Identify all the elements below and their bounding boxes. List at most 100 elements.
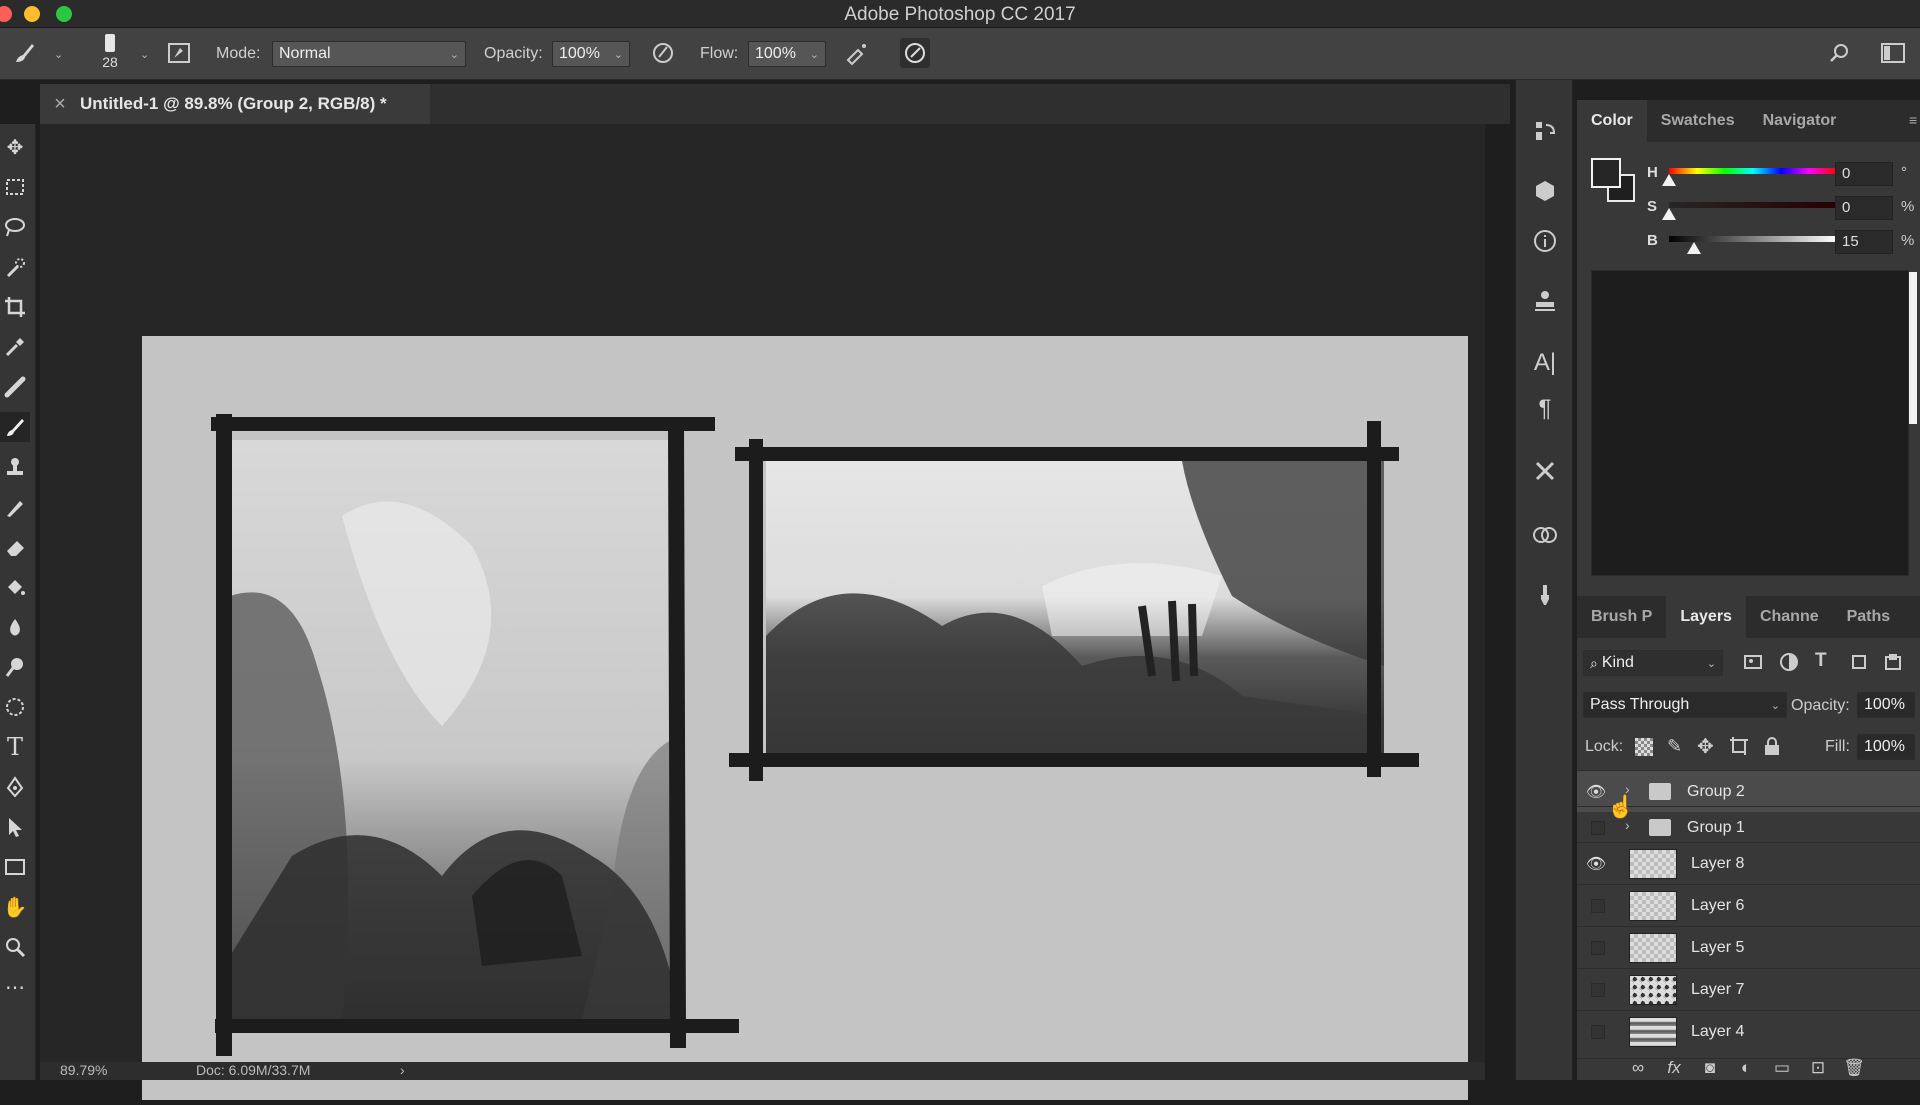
brightness-value[interactable]: 15 (1835, 230, 1893, 254)
character-icon[interactable]: A| (1530, 348, 1560, 378)
layer-row-layer-4[interactable]: Layer 4 (1577, 1010, 1920, 1052)
hue-value[interactable]: 0 (1835, 162, 1893, 186)
pen-icon[interactable] (0, 772, 30, 802)
chevron-down-icon[interactable]: ⌄ (140, 48, 149, 61)
sponge-icon[interactable] (0, 692, 30, 722)
3d-icon[interactable] (1530, 176, 1560, 206)
hue-slider-thumb[interactable] (1662, 174, 1676, 186)
zoom-level[interactable]: 89.79% (60, 1062, 107, 1078)
lock-position-icon[interactable]: ✥ (1697, 734, 1714, 759)
brush-presets-icon[interactable] (1530, 580, 1560, 610)
tool-presets-icon[interactable] (1530, 456, 1560, 486)
color-ramp[interactable] (1591, 270, 1909, 576)
visibility-eye-icon[interactable]: 👁 (1586, 783, 1606, 801)
hand-icon[interactable]: ✋ (0, 892, 30, 922)
brush-size-preview[interactable]: 28 (98, 34, 122, 76)
adjustment-layer-icon[interactable]: ◐ (1733, 1055, 1759, 1081)
layer-filter-select[interactable]: ⌕ Kind ⌄ (1583, 650, 1723, 676)
layer-row-layer-7[interactable]: Layer 7 (1577, 968, 1920, 1010)
new-layer-icon[interactable]: ⊡ (1805, 1055, 1831, 1081)
lock-artboard-icon[interactable] (1729, 736, 1749, 756)
panel-menu-icon[interactable]: ≡ (1909, 112, 1917, 128)
type-icon[interactable]: T (0, 732, 30, 762)
blend-mode-select[interactable]: Pass Through ⌄ (1583, 692, 1787, 718)
info-icon[interactable] (1530, 226, 1560, 256)
airbrush-icon[interactable] (842, 38, 872, 68)
doc-size-info[interactable]: Doc: 6.09M/33.7M (196, 1062, 310, 1078)
color-ramp-scrollbar[interactable] (1909, 272, 1917, 424)
delete-layer-icon[interactable]: 🗑 (1841, 1055, 1867, 1081)
filter-adjustment-icon[interactable] (1779, 652, 1801, 674)
opacity-field[interactable]: 100% ⌄ (552, 41, 630, 67)
visibility-eye-icon[interactable]: 👁 (1586, 855, 1606, 873)
layer-row-layer-6[interactable]: Layer 6 (1577, 884, 1920, 926)
mode-select[interactable]: Normal ⌄ (272, 41, 466, 67)
search-icon[interactable] (1824, 38, 1854, 68)
flow-field[interactable]: 100% ⌄ (748, 41, 826, 67)
pressure-opacity-icon[interactable] (648, 38, 678, 68)
paragraph-icon[interactable]: ¶ (1530, 394, 1560, 424)
libraries-icon[interactable] (1530, 520, 1560, 550)
visibility-toggle[interactable] (1591, 821, 1605, 835)
document-tab[interactable]: × Untitled-1 @ 89.8% (Group 2, RGB/8) * (40, 84, 430, 124)
history-icon[interactable] (1530, 116, 1560, 146)
tab-navigator[interactable]: Navigator (1749, 100, 1851, 142)
foreground-color-swatch[interactable] (1591, 158, 1621, 188)
zoom-icon[interactable] (0, 932, 30, 962)
filter-shape-icon[interactable] (1849, 652, 1871, 674)
move-icon[interactable]: ✥ (0, 132, 30, 162)
visibility-toggle[interactable] (1591, 1025, 1605, 1039)
workspace-icon[interactable] (1878, 38, 1908, 68)
eyedropper-icon[interactable] (0, 332, 30, 362)
brush-icon[interactable] (0, 412, 30, 442)
layer-opacity-field[interactable]: 100% (1857, 692, 1915, 718)
filter-type-icon[interactable]: T (1815, 650, 1827, 672)
filter-smart-object-icon[interactable] (1883, 652, 1905, 674)
fill-field[interactable]: 100% (1857, 734, 1915, 760)
clone-source-icon[interactable] (1530, 286, 1560, 316)
visibility-toggle[interactable] (1591, 941, 1605, 955)
history-brush-icon[interactable] (0, 492, 30, 522)
chevron-down-icon[interactable]: ⌄ (54, 48, 63, 61)
layer-row-layer-5[interactable]: Layer 5 (1577, 926, 1920, 968)
status-arrow-icon[interactable]: › (400, 1062, 405, 1078)
tab-layers[interactable]: Layers (1666, 596, 1746, 638)
pressure-size-icon[interactable] (900, 38, 930, 68)
tab-channels[interactable]: Channe (1746, 596, 1833, 638)
visibility-toggle[interactable] (1591, 899, 1605, 913)
tab-color[interactable]: Color (1577, 100, 1647, 142)
quick-select-icon[interactable] (0, 252, 30, 282)
blur-icon[interactable] (0, 612, 30, 642)
hue-slider[interactable] (1669, 168, 1837, 174)
visibility-toggle[interactable] (1591, 983, 1605, 997)
layer-row-layer-8[interactable]: 👁 Layer 8 (1577, 842, 1920, 884)
path-select-icon[interactable] (0, 812, 30, 842)
paint-bucket-icon[interactable] (0, 572, 30, 602)
tab-paths[interactable]: Paths (1833, 596, 1905, 638)
brush-panel-toggle-icon[interactable] (164, 38, 194, 68)
crop-icon[interactable] (0, 292, 30, 322)
dodge-icon[interactable] (0, 652, 30, 682)
saturation-value[interactable]: 0 (1835, 196, 1893, 220)
eraser-icon[interactable] (0, 532, 30, 562)
marquee-icon[interactable] (0, 172, 30, 202)
more-icon[interactable]: ⋯ (0, 972, 30, 1002)
rectangle-icon[interactable] (0, 852, 30, 882)
lock-all-icon[interactable] (1763, 736, 1781, 756)
brightness-slider-thumb[interactable] (1687, 242, 1701, 254)
lock-transparent-icon[interactable] (1635, 738, 1653, 756)
tab-swatches[interactable]: Swatches (1647, 100, 1749, 142)
filter-pixel-icon[interactable] (1743, 652, 1765, 674)
canvas-area[interactable] (40, 124, 1485, 1100)
layer-mask-icon[interactable]: ◙ (1697, 1055, 1723, 1081)
layer-style-icon[interactable]: fx (1661, 1055, 1687, 1081)
healing-icon[interactable] (0, 372, 30, 402)
document-canvas[interactable] (142, 336, 1468, 1100)
brush-preset-picker-icon[interactable] (10, 38, 40, 68)
close-icon[interactable]: × (40, 93, 80, 116)
link-layers-icon[interactable]: ∞ (1625, 1055, 1651, 1081)
lasso-icon[interactable] (0, 212, 30, 242)
stamp-icon[interactable] (0, 452, 30, 482)
tab-brush-presets[interactable]: Brush P (1577, 596, 1666, 638)
lock-image-icon[interactable]: ✎ (1667, 736, 1682, 757)
